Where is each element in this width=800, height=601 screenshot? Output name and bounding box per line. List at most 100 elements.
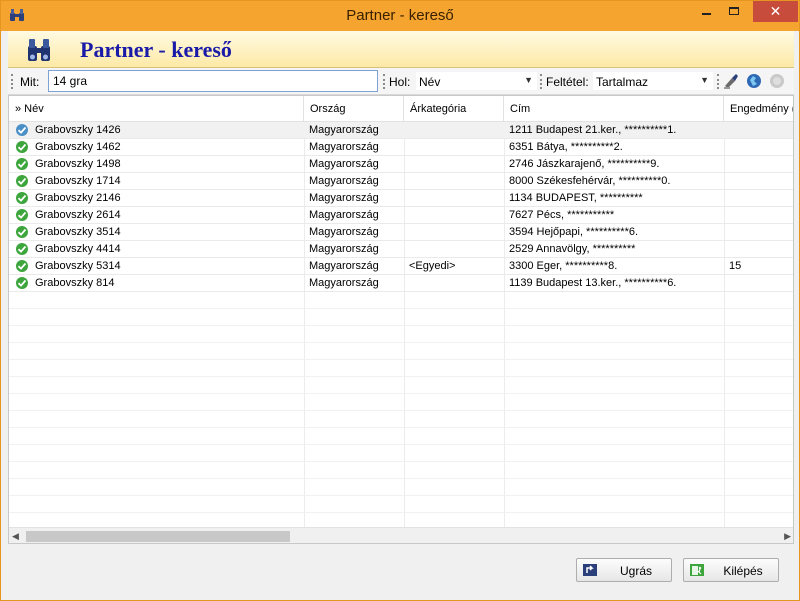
- cell-name: Grabovszky 2614: [35, 209, 121, 221]
- cell-name: Grabovszky 2146: [35, 192, 121, 204]
- green-check-icon: [16, 175, 28, 187]
- empty-row: [9, 326, 793, 343]
- header-banner: Partner - kereső: [8, 31, 794, 68]
- condition-select[interactable]: Tartalmaz ▼: [592, 71, 714, 91]
- empty-row: [9, 343, 793, 360]
- cell-address: 8000 Székesfehérvár, **********0.: [509, 175, 671, 187]
- cell-discount: [724, 156, 793, 173]
- cell-discount: [724, 207, 793, 224]
- scrollbar-thumb[interactable]: [26, 531, 290, 542]
- cell-price-category: [404, 122, 504, 139]
- cell-country: Magyarország: [309, 226, 379, 238]
- empty-row: [9, 462, 793, 479]
- arrow-jump-icon: [583, 564, 597, 576]
- table-row[interactable]: Grabovszky 1462 Magyarország 6351 Bátya, *…: [9, 139, 793, 156]
- empty-row: [9, 292, 793, 309]
- cell-country: Magyarország: [309, 192, 379, 204]
- cell-country: Magyarország: [309, 124, 379, 136]
- minimize-button[interactable]: [693, 1, 720, 22]
- cell-discount: [724, 190, 793, 207]
- window-title: Partner - kereső: [346, 7, 454, 24]
- table-row[interactable]: Grabovszky 814 Magyarország 1139 Budapest …: [9, 275, 793, 292]
- green-check-icon: [16, 277, 28, 289]
- cell-country: Magyarország: [309, 243, 379, 255]
- cell-discount: [724, 224, 793, 241]
- cell-discount: [724, 275, 793, 292]
- cell-discount: [724, 241, 793, 258]
- empty-row: [9, 479, 793, 496]
- cell-discount: 15: [729, 260, 742, 272]
- green-check-icon: [16, 226, 28, 238]
- empty-row: [9, 411, 793, 428]
- empty-row: [9, 445, 793, 462]
- empty-row: [9, 394, 793, 411]
- chevron-down-icon: ▼: [524, 75, 533, 85]
- cell-address: 2529 Annavölgy, **********: [509, 243, 636, 255]
- table-row[interactable]: Grabovszky 3514 Magyarország 3594 Hejőpapi…: [9, 224, 793, 241]
- maximize-button[interactable]: [721, 1, 748, 22]
- table-row[interactable]: Grabovszky 2614 Magyarország 7627 Pécs, **…: [9, 207, 793, 224]
- partner-results-table: » Név Ország Árkategória Cím Engedmény (…: [8, 95, 794, 544]
- green-check-icon: [16, 192, 28, 204]
- cell-address: 7627 Pécs, ***********: [509, 209, 615, 221]
- empty-row: [9, 428, 793, 445]
- toolbar-grip[interactable]: [383, 74, 385, 89]
- table-row[interactable]: Grabovszky 1714 Magyarország 8000 Székesfe…: [9, 173, 793, 190]
- cell-country: Magyarország: [309, 158, 379, 170]
- close-button[interactable]: ✕: [753, 1, 798, 22]
- cell-discount: [724, 139, 793, 156]
- cell-price-category: [404, 241, 504, 258]
- green-check-icon: [16, 141, 28, 153]
- exit-door-icon: [690, 564, 704, 576]
- jump-button-label: Ugrás: [619, 564, 652, 578]
- footer-bar: Ugrás Kilépés: [8, 544, 794, 596]
- cell-name: Grabovszky 1462: [35, 141, 121, 153]
- column-header-name[interactable]: » Név: [9, 96, 304, 122]
- cell-name: Grabovszky 5314: [35, 260, 121, 272]
- cell-price-category: [404, 275, 504, 292]
- table-row[interactable]: Grabovszky 1426 Magyarország 1211 Budapest…: [9, 122, 793, 139]
- close-icon: ✕: [769, 3, 782, 19]
- table-row[interactable]: Grabovszky 4414 Magyarország 2529 Annavölg…: [9, 241, 793, 258]
- cell-name: Grabovszky 1498: [35, 158, 121, 170]
- column-header-discount[interactable]: Engedmény (%): [724, 96, 793, 122]
- condition-select-value: Tartalmaz: [596, 75, 649, 89]
- page-title: Partner - kereső: [80, 37, 232, 62]
- column-header-address[interactable]: Cím: [504, 96, 724, 122]
- where-select[interactable]: Név ▼: [415, 71, 538, 91]
- cell-price-category: [404, 224, 504, 241]
- jump-button[interactable]: Ugrás: [576, 558, 672, 582]
- toolbar-grip[interactable]: [717, 74, 719, 89]
- cell-price-category: [404, 190, 504, 207]
- cell-discount: [724, 122, 793, 139]
- empty-row: [9, 377, 793, 394]
- search-label: Mit:: [20, 75, 40, 89]
- search-input[interactable]: [48, 70, 378, 92]
- chevron-down-icon: ▼: [700, 75, 709, 85]
- column-header-price-category[interactable]: Árkategória: [404, 96, 504, 122]
- table-row[interactable]: Grabovszky 2146 Magyarország 1134 BUDAPEST…: [9, 190, 793, 207]
- toolbar-grip[interactable]: [11, 74, 13, 89]
- table-row[interactable]: Grabovszky 5314 Magyarország <Egyedi> 3300 …: [9, 258, 793, 275]
- horizontal-scrollbar[interactable]: ◀ ▶: [9, 527, 793, 543]
- cell-name: Grabovszky 814: [35, 277, 115, 289]
- cell-country: Magyarország: [309, 175, 379, 187]
- table-row[interactable]: Grabovszky 1498 Magyarország 2746 Jászkara…: [9, 156, 793, 173]
- disabled-action-icon[interactable]: [768, 72, 786, 90]
- green-check-icon: [16, 158, 28, 170]
- clear-filter-icon[interactable]: [722, 72, 740, 90]
- cell-price-category: <Egyedi>: [409, 260, 456, 272]
- exit-button[interactable]: Kilépés: [683, 558, 779, 582]
- condition-label: Feltétel:: [546, 75, 589, 89]
- search-globe-icon[interactable]: [745, 72, 763, 90]
- scroll-right-icon[interactable]: ▶: [784, 531, 791, 542]
- minimize-icon: [702, 13, 711, 15]
- cell-address: 1134 BUDAPEST, **********: [509, 192, 643, 204]
- maximize-icon: [729, 7, 739, 15]
- toolbar-grip[interactable]: [540, 74, 542, 89]
- cell-address: 3594 Hejőpapi, **********6.: [509, 226, 639, 238]
- column-header-country[interactable]: Ország: [304, 96, 404, 122]
- scroll-left-icon[interactable]: ◀: [12, 531, 19, 542]
- cell-discount: [724, 173, 793, 190]
- cell-name: Grabovszky 3514: [35, 226, 121, 238]
